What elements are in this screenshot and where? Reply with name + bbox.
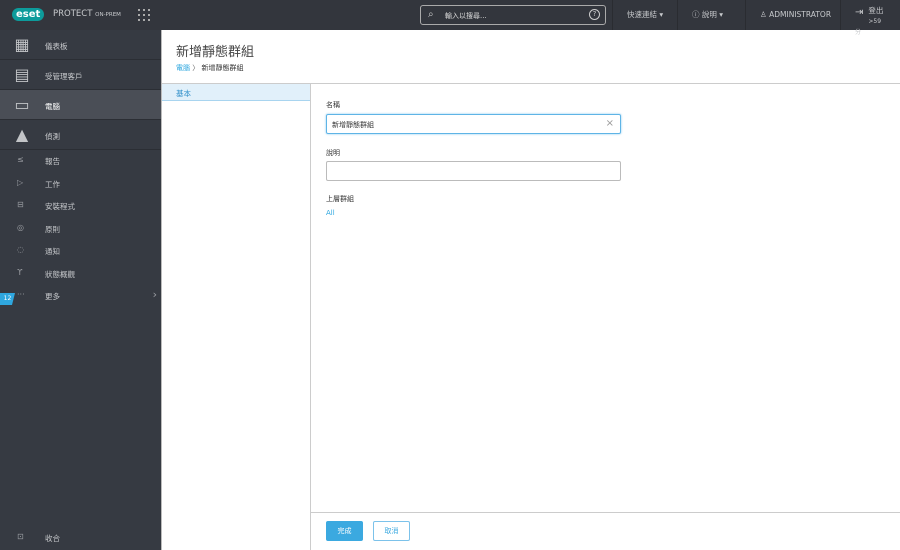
help-menu[interactable]: ⓘ 說明 ▾ bbox=[677, 0, 737, 30]
eset-logo: eset bbox=[12, 8, 45, 21]
product-label: PROTECT bbox=[53, 9, 93, 19]
sidebar-item-notifications[interactable]: ◌ 通知 bbox=[0, 240, 161, 262]
chevron-down-icon: ▾ bbox=[659, 10, 664, 19]
sidebar-item-dashboard[interactable]: ▦ 儀表板 bbox=[0, 30, 161, 60]
search-input[interactable]: ⌕ 輸入以搜尋... ? bbox=[420, 5, 606, 25]
warning-icon: ▲ bbox=[15, 125, 29, 144]
more-icon: ··· bbox=[17, 290, 25, 299]
sidebar-label: 狀態概觀 bbox=[45, 270, 75, 279]
sidebar-item-status-overview[interactable]: ϒ 狀態概觀 bbox=[0, 263, 161, 285]
breadcrumb-current: 新增靜態群組 bbox=[201, 64, 244, 72]
sidebar-item-computers[interactable]: ▭ 電腦 bbox=[0, 90, 161, 120]
logout-button[interactable]: ⇥ 登出 >59 分 bbox=[840, 0, 900, 36]
chevron-right-icon: › bbox=[152, 288, 157, 301]
parent-group-label: 上層群組 bbox=[326, 195, 354, 203]
sidebar-item-tasks[interactable]: ▷ 工作 bbox=[0, 173, 161, 195]
sidebar-item-more[interactable]: ··· 更多 › bbox=[0, 285, 161, 307]
collapse-icon: ⊡ bbox=[17, 532, 24, 541]
sidebar-label: 安裝程式 bbox=[45, 202, 75, 211]
sidebar-item-reports[interactable]: ≤ 報告 bbox=[0, 150, 161, 172]
installer-icon: ⊟ bbox=[17, 200, 24, 209]
help-label: 說明 bbox=[701, 10, 717, 19]
name-label: 名稱 bbox=[326, 101, 340, 109]
search-help-icon[interactable]: ? bbox=[589, 9, 600, 20]
sidebar-label: 收合 bbox=[45, 534, 60, 543]
product-suffix: ON-PREM bbox=[95, 12, 121, 18]
parent-group-link[interactable]: All bbox=[326, 209, 335, 217]
sidebar-label: 報告 bbox=[45, 157, 60, 166]
computers-icon: ▭ bbox=[14, 95, 30, 114]
sidebar-item-policies[interactable]: ◎ 原則 bbox=[0, 218, 161, 240]
page-title: 新增靜態群組 bbox=[176, 45, 255, 60]
sidebar-collapse[interactable]: ⊡ 收合 bbox=[0, 527, 161, 549]
clear-icon[interactable]: × bbox=[606, 118, 614, 129]
quick-links-menu[interactable]: 快速連結 ▾ bbox=[612, 0, 677, 30]
sidebar-label: 更多 bbox=[45, 292, 60, 301]
policy-icon: ◎ bbox=[17, 223, 24, 232]
user-icon: ♙ bbox=[760, 10, 767, 19]
status-icon: ϒ bbox=[17, 268, 23, 277]
description-label: 說明 bbox=[326, 149, 340, 157]
help-icon: ⓘ bbox=[692, 10, 700, 19]
search-placeholder: 輸入以搜尋... bbox=[445, 12, 487, 20]
reports-icon: ≤ bbox=[17, 155, 24, 164]
app-grid-icon[interactable] bbox=[138, 9, 150, 21]
breadcrumb-link[interactable]: 電腦 bbox=[176, 64, 190, 72]
notification-icon: ◌ bbox=[17, 245, 24, 254]
logout-label: 登出 bbox=[868, 6, 884, 15]
dashboard-icon: ▦ bbox=[14, 35, 30, 54]
sidebar-label: 通知 bbox=[45, 247, 60, 256]
tab-basic[interactable]: 基本 bbox=[162, 84, 310, 101]
sidebar-item-detections[interactable]: ▲ 偵測 bbox=[0, 120, 161, 150]
user-label: ADMINISTRATOR bbox=[769, 10, 832, 19]
product-name: PROTECT ON-PREM bbox=[53, 9, 121, 19]
finish-button[interactable]: 完成 bbox=[326, 521, 363, 541]
sidebar: ▦ 儀表板 ▤ 受管理客戶 ▭ 電腦 ▲ 偵測 ≤ 報告 ▷ 工作 ⊟ 安裝程式 ◎ 原則 ◌ 通… bbox=[0, 30, 161, 550]
session-time: >59 分 bbox=[855, 18, 882, 36]
sidebar-label: 儀表板 bbox=[45, 42, 68, 51]
divider bbox=[310, 84, 311, 550]
divider bbox=[311, 512, 900, 513]
sidebar-item-managed-customers[interactable]: ▤ 受管理客戶 bbox=[0, 60, 161, 90]
divider bbox=[161, 30, 162, 550]
chevron-right-icon: 〉 bbox=[192, 64, 200, 72]
sidebar-label: 電腦 bbox=[45, 102, 60, 111]
chevron-down-icon: ▾ bbox=[719, 10, 724, 19]
tasks-icon: ▷ bbox=[17, 178, 24, 187]
name-field[interactable]: 新增靜態群組 × bbox=[326, 114, 621, 134]
sidebar-item-installers[interactable]: ⊟ 安裝程式 bbox=[0, 195, 161, 217]
breadcrumb: 電腦 〉 新增靜態群組 bbox=[176, 63, 243, 73]
name-value: 新增靜態群組 bbox=[332, 121, 374, 129]
logout-icon: ⇥ bbox=[855, 7, 864, 18]
sidebar-label: 偵測 bbox=[45, 132, 60, 141]
top-bar: eset PROTECT ON-PREM ⌕ 輸入以搜尋... ? 快速連結 ▾… bbox=[0, 0, 900, 36]
cancel-button[interactable]: 取消 bbox=[373, 521, 410, 541]
sidebar-label: 工作 bbox=[45, 180, 60, 189]
quick-links-label: 快速連結 bbox=[627, 10, 657, 19]
sidebar-label: 受管理客戶 bbox=[45, 72, 83, 81]
sidebar-label: 原則 bbox=[45, 225, 60, 234]
description-field[interactable] bbox=[326, 161, 621, 181]
search-icon: ⌕ bbox=[428, 9, 434, 20]
building-icon: ▤ bbox=[14, 65, 30, 84]
user-menu[interactable]: ♙ ADMINISTRATOR bbox=[745, 0, 845, 30]
